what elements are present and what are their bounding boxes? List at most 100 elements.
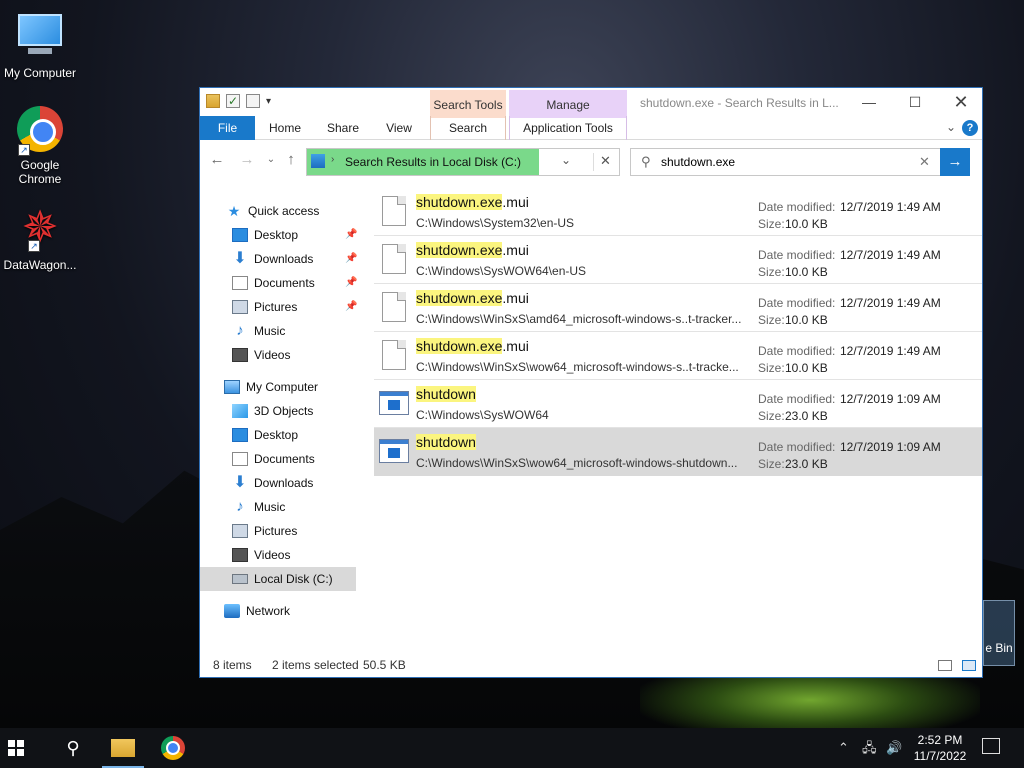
status-bar: 8 items 2 items selected 50.5 KB	[200, 653, 982, 677]
desktop-icon-label: DataWagon...	[3, 258, 77, 272]
result-row[interactable]: shutdown.exe.mui C:\Windows\SysWOW64\en-…	[374, 236, 982, 284]
address-bar[interactable]: › Search Results in Local Disk (C:) ⌄ ✕	[306, 148, 620, 176]
result-name: shutdown.exe.mui	[416, 338, 529, 354]
recent-locations-icon[interactable]: ⌄	[262, 150, 280, 170]
search-go-button[interactable]: →	[940, 148, 970, 176]
clear-search-icon[interactable]: ✕	[919, 154, 930, 170]
nav-my-computer[interactable]: My Computer	[224, 375, 318, 399]
navigation-pane: ★ Quick access Desktop 📌 ⬇ Downloads 📌 Doc…	[200, 181, 362, 651]
nav-quick-access[interactable]: ★ Quick access	[226, 199, 320, 223]
desktop-icon-recycle-bin[interactable]: e Bin	[983, 600, 1015, 666]
result-date: 12/7/2019 1:49 AM	[840, 200, 941, 214]
pin-icon[interactable]: 📌	[345, 253, 357, 264]
volume-icon[interactable]: 🔊	[886, 728, 902, 768]
file-icon	[382, 340, 406, 370]
maximize-button[interactable]: ☐	[892, 88, 938, 116]
desktop-icon-my-computer[interactable]: My Computer	[0, 10, 80, 80]
search-input[interactable]	[661, 153, 911, 171]
desktop-icon-label: Google Chrome	[18, 158, 62, 186]
result-path: C:\Windows\WinSxS\wow64_microsoft-window…	[416, 456, 738, 470]
tab-file[interactable]: File	[200, 116, 255, 140]
nav-qa-downloads[interactable]: ⬇ Downloads	[232, 247, 313, 271]
breadcrumb-chevron-icon[interactable]: ›	[331, 154, 334, 165]
nav-local-disk[interactable]: Local Disk (C:)	[200, 567, 356, 591]
nav-label: My Computer	[246, 380, 319, 394]
new-folder-icon[interactable]	[246, 94, 260, 108]
stop-search-button[interactable]: ✕	[593, 153, 617, 171]
nav-network[interactable]: Network	[224, 599, 290, 623]
search-box[interactable]: ⚲ ✕	[630, 148, 942, 176]
taskbar-search-icon[interactable]: ⚲	[58, 728, 88, 768]
clock-time: 2:52 PM	[917, 733, 963, 747]
large-icons-view-icon[interactable]	[962, 660, 976, 671]
nav-pc-documents[interactable]: Documents	[232, 447, 315, 471]
desktop-icon-label: My Computer	[3, 66, 77, 80]
nav-pc-music[interactable]: ♪ Music	[232, 495, 285, 519]
computer-icon	[16, 14, 64, 62]
selection-size: 50.5 KB	[363, 658, 406, 672]
help-icon[interactable]: ?	[962, 120, 978, 136]
nav-qa-documents[interactable]: Documents	[232, 271, 315, 295]
chrome-icon: ↗	[16, 106, 64, 156]
result-row[interactable]: shutdown.exe.mui C:\Windows\System32\en-…	[374, 188, 982, 236]
action-center-icon[interactable]	[982, 738, 1000, 754]
document-icon	[232, 452, 248, 466]
result-date: 12/7/2019 1:49 AM	[840, 248, 941, 262]
pin-icon[interactable]: 📌	[345, 301, 357, 312]
nav-qa-desktop[interactable]: Desktop	[232, 223, 298, 247]
network-tray-icon[interactable]: 🖧	[862, 728, 877, 768]
pin-icon[interactable]: 📌	[345, 229, 357, 240]
result-name: shutdown.exe.mui	[416, 194, 529, 210]
size-label: Size:	[758, 265, 785, 279]
file-icon	[382, 244, 406, 274]
properties-icon[interactable]: ✓	[226, 94, 240, 108]
taskbar-chrome-icon[interactable]	[158, 728, 188, 768]
desktop-icon-datawagon[interactable]: ✵ ↗ DataWagon...	[0, 206, 80, 273]
nav-qa-videos[interactable]: Videos	[232, 343, 290, 367]
expand-ribbon-icon[interactable]: ⌄	[946, 120, 956, 134]
minimize-button[interactable]: —	[846, 88, 892, 116]
desktop-icon-google-chrome[interactable]: ↗ Google Chrome	[0, 106, 80, 186]
details-view-icon[interactable]	[938, 660, 952, 671]
nav-pc-pictures[interactable]: Pictures	[232, 519, 297, 543]
tab-application-tools[interactable]: Application Tools	[509, 116, 627, 140]
customize-toolbar-icon[interactable]: ▾	[266, 96, 271, 107]
tab-view[interactable]: View	[374, 116, 424, 140]
nav-label: Local Disk (C:)	[254, 572, 333, 586]
show-hidden-icons-icon[interactable]: ⌃	[838, 728, 849, 768]
tab-home[interactable]: Home	[260, 116, 310, 140]
search-icon: ⚲	[641, 154, 651, 169]
clock[interactable]: 2:52 PM 11/7/2022	[908, 732, 972, 764]
nav-pc-downloads[interactable]: ⬇ Downloads	[232, 471, 313, 495]
nav-3d-objects[interactable]: 3D Objects	[232, 399, 313, 423]
result-row-selected[interactable]: shutdown C:\Windows\WinSxS\wow64_microso…	[374, 428, 982, 476]
tab-search[interactable]: Search	[430, 116, 506, 140]
pin-icon[interactable]: 📌	[345, 277, 357, 288]
address-dropdown-icon[interactable]: ⌄	[561, 153, 571, 167]
clock-date: 11/7/2022	[913, 749, 967, 763]
tab-share[interactable]: Share	[318, 116, 368, 140]
nav-pc-desktop[interactable]: Desktop	[232, 423, 298, 447]
nav-pc-videos[interactable]: Videos	[232, 543, 290, 567]
taskbar-file-explorer-icon[interactable]	[102, 728, 144, 768]
recycle-bin-label: e Bin	[985, 641, 1013, 655]
drive-icon	[232, 574, 248, 584]
forward-button[interactable]: →	[238, 150, 256, 170]
title-bar[interactable]: ✓ ▾ Search Tools Manage shutdown.exe - S…	[200, 88, 984, 118]
nav-label: Network	[246, 604, 291, 618]
nav-label: Music	[254, 500, 286, 514]
nav-qa-pictures[interactable]: Pictures	[232, 295, 297, 319]
windows-start-icon[interactable]	[8, 740, 40, 756]
address-text[interactable]: Search Results in Local Disk (C:)	[345, 155, 521, 169]
3d-objects-icon	[232, 404, 248, 418]
close-button[interactable]: ✕	[938, 88, 984, 116]
date-modified-label: Date modified:	[758, 344, 836, 358]
up-button[interactable]: ↑	[282, 150, 300, 170]
result-row[interactable]: shutdown C:\Windows\SysWOW64 Date modifi…	[374, 380, 982, 428]
back-button[interactable]: ←	[208, 150, 226, 170]
selection-count: 2 items selected	[272, 658, 359, 672]
result-row[interactable]: shutdown.exe.mui C:\Windows\WinSxS\amd64…	[374, 284, 982, 332]
result-size: 23.0 KB	[785, 409, 828, 423]
result-row[interactable]: shutdown.exe.mui C:\Windows\WinSxS\wow64…	[374, 332, 982, 380]
nav-qa-music[interactable]: ♪ Music	[232, 319, 285, 343]
